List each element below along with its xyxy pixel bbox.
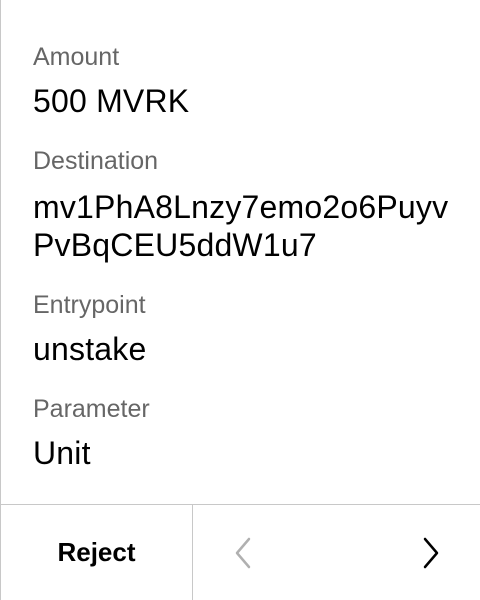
amount-field: Amount 500 MVRK [33, 40, 189, 120]
previous-page-button[interactable] [213, 505, 273, 600]
destination-field: Destination mv1PhA8Lnzy7emo2o6PuyvPvBqCE… [33, 144, 453, 264]
parameter-field: Parameter Unit [33, 392, 150, 472]
chevron-right-icon [423, 537, 439, 568]
reject-button[interactable]: Reject [1, 505, 193, 600]
destination-label: Destination [33, 147, 159, 175]
entrypoint-label: Entrypoint [33, 291, 146, 319]
amount-label: Amount [33, 43, 120, 71]
action-footer: Reject [1, 504, 480, 600]
entrypoint-field: Entrypoint unstake [33, 288, 146, 368]
destination-value: mv1PhA8Lnzy7emo2o6PuyvPvBqCEU5ddW1u7 [33, 189, 449, 263]
parameter-label: Parameter [33, 395, 150, 423]
amount-value: 500 MVRK [33, 83, 190, 119]
page-navigation [193, 505, 480, 600]
entrypoint-value: unstake [33, 331, 147, 367]
reject-label: Reject [57, 537, 136, 567]
chevron-left-icon [235, 537, 251, 568]
parameter-value: Unit [33, 435, 91, 471]
next-page-button[interactable] [401, 505, 461, 600]
transaction-review-screen: Amount 500 MVRK Destination mv1PhA8Lnzy7… [0, 0, 480, 600]
